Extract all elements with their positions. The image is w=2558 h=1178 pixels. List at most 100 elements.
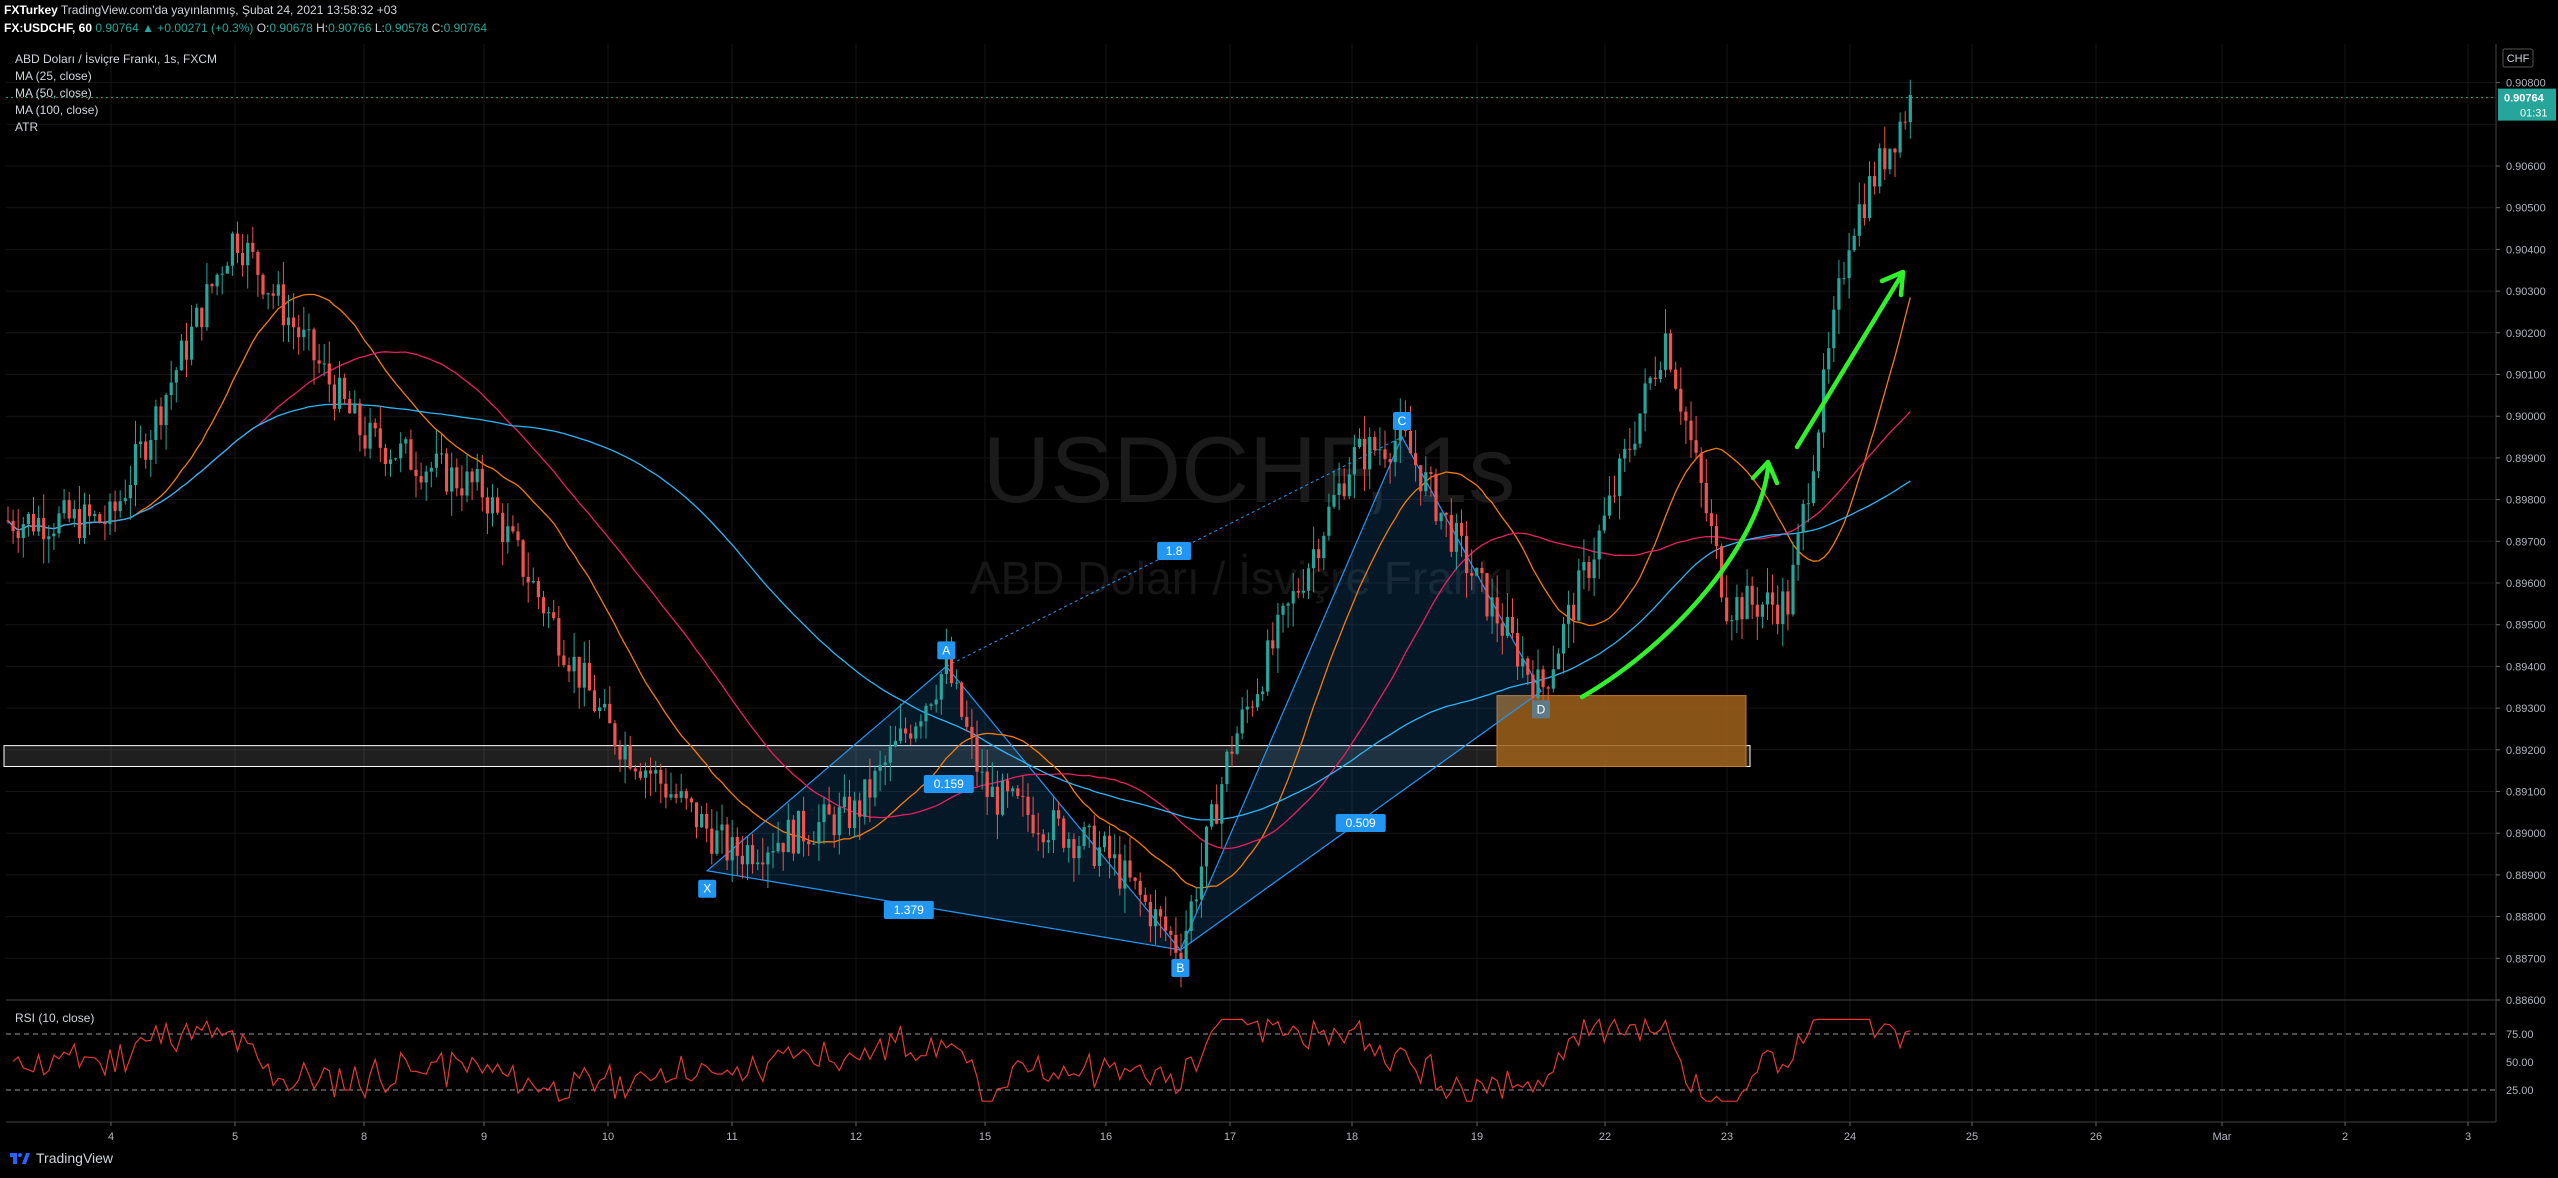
candle-body: [1597, 530, 1601, 560]
candle-body: [1521, 658, 1525, 667]
candle-body: [1434, 473, 1438, 522]
candle-body: [1459, 522, 1464, 536]
legend-ma50[interactable]: MA (50, close): [15, 86, 92, 100]
candle-body: [1572, 604, 1576, 621]
footer: [0, 1146, 2558, 1178]
candle-body: [725, 824, 729, 861]
candle-body: [1077, 846, 1081, 859]
time-tick-label: 17: [1224, 1131, 1236, 1143]
candle-body: [929, 704, 933, 706]
candle-body: [266, 293, 270, 295]
candle-body: [62, 500, 66, 514]
candle-body: [1266, 640, 1270, 692]
candle-body: [684, 791, 688, 799]
price-tick-label: 0.89300: [2506, 703, 2546, 715]
candle-body: [1199, 866, 1203, 900]
candle-body: [154, 406, 158, 440]
candle-body: [1296, 591, 1300, 593]
price-tick-label: 0.89100: [2506, 787, 2546, 799]
candle-body: [1118, 854, 1122, 889]
candle-body: [470, 471, 474, 483]
candle-body: [1026, 796, 1030, 815]
candle-body: [1714, 526, 1719, 547]
candle-body: [878, 764, 882, 771]
low-value: 0.90578: [384, 21, 429, 35]
legend-atr[interactable]: ATR: [15, 120, 38, 134]
candle-body: [1342, 483, 1346, 497]
candle-body: [72, 509, 76, 519]
candle-body: [118, 501, 122, 512]
candle-body: [1006, 780, 1010, 792]
candle-body: [1113, 854, 1117, 859]
ratio-bd-label: 0.509: [1346, 816, 1376, 830]
candle-body: [251, 242, 255, 252]
ratio-ac-label: 1.8: [1166, 544, 1183, 558]
candle-body: [807, 841, 811, 845]
candle-body: [1092, 825, 1096, 866]
candle-body: [1332, 494, 1336, 507]
candle-body: [26, 513, 30, 525]
legend-title[interactable]: ABD Doları / İsviçre Frankı, 1s, FXCM: [15, 52, 217, 66]
candle-body: [735, 837, 739, 856]
candle-body: [868, 779, 872, 798]
candle-body: [618, 746, 622, 760]
legend-ma25[interactable]: MA (25, close): [15, 69, 92, 83]
candle-body: [649, 770, 653, 774]
candle-body: [888, 746, 892, 763]
point-d-label: D: [1537, 702, 1546, 716]
candle-body: [1373, 437, 1377, 451]
candle-body: [1097, 847, 1101, 866]
candle-body: [608, 703, 612, 724]
candle-body: [1658, 370, 1662, 380]
candle-body: [1592, 559, 1596, 579]
price-tick-label: 0.89200: [2506, 745, 2546, 757]
candle-body: [1051, 810, 1056, 841]
candle-body: [1556, 653, 1560, 670]
candle-body: [445, 453, 449, 492]
candle-body: [322, 363, 326, 365]
candle-body: [904, 728, 908, 734]
currency-label: CHF: [2507, 53, 2530, 65]
candle-body: [327, 363, 331, 385]
candle-body: [179, 340, 183, 371]
candle-body: [1480, 568, 1484, 574]
candle-body: [1016, 788, 1020, 796]
candle-body: [756, 862, 760, 865]
candle-body: [633, 768, 637, 772]
legend-ma100[interactable]: MA (100, close): [15, 103, 98, 117]
candle-body: [832, 814, 836, 836]
candle-body: [1281, 605, 1285, 615]
published-text: TradingView.com'da yayınlanmış, Şubat 24…: [60, 3, 398, 17]
candle-body: [536, 580, 540, 598]
candle-body: [1495, 597, 1499, 624]
candle-body: [195, 307, 199, 327]
candle-body: [802, 810, 806, 842]
candle-body: [1429, 472, 1433, 474]
candle-body: [909, 733, 913, 739]
price-tick-label: 0.90200: [2506, 328, 2546, 340]
price-tick-label: 0.88700: [2506, 953, 2546, 965]
candle-body: [552, 612, 556, 619]
candle-body: [638, 771, 642, 778]
chart-canvas[interactable]: USDCHF, 1s ABD Doları / İsviçre Frankı X…: [0, 0, 2558, 1178]
tradingview-logo[interactable]: TradingView: [10, 1150, 113, 1166]
price-tick-label: 0.90600: [2506, 161, 2546, 173]
candle-body: [1046, 840, 1050, 843]
time-tick-label: 26: [2090, 1131, 2102, 1143]
candle-body: [133, 444, 138, 486]
candle-body: [521, 540, 525, 577]
candle-body: [1250, 706, 1254, 708]
publisher[interactable]: FXTurkey: [4, 3, 58, 17]
candle-body: [1123, 860, 1127, 889]
price-tick-label: 0.90300: [2506, 286, 2546, 298]
candle-body: [506, 526, 510, 543]
candle-body: [1582, 562, 1586, 571]
candle-body: [1602, 515, 1606, 531]
candle-body: [434, 453, 438, 468]
candle-body: [623, 744, 627, 760]
candle-body: [47, 536, 51, 540]
candle-body: [1765, 592, 1770, 605]
candle-body: [598, 707, 602, 712]
candle-body: [1735, 597, 1739, 621]
candle-body: [1255, 694, 1260, 708]
